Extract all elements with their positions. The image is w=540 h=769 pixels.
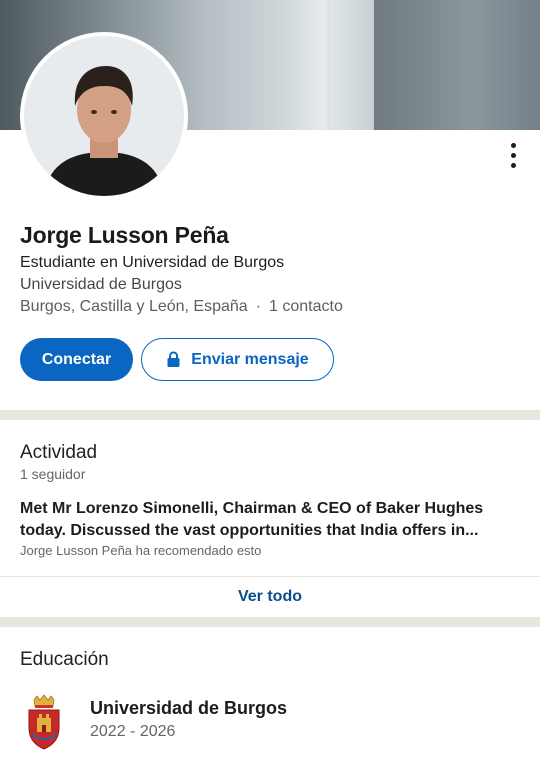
- activity-post-meta: Jorge Lusson Peña ha recomendado esto: [20, 543, 262, 558]
- education-years: 2022 - 2026: [90, 723, 176, 740]
- profile-name: Jorge Lusson Peña: [20, 222, 229, 248]
- see-all-label: Ver todo: [237, 588, 302, 605]
- activity-section-title: Actividad: [20, 442, 98, 463]
- education-school-name[interactable]: Universidad de Burgos: [90, 698, 287, 719]
- banner-band: [374, 0, 540, 130]
- separator-dot: ·: [255, 298, 262, 315]
- avatar-photo: [24, 36, 184, 196]
- section-divider: [0, 410, 540, 420]
- send-message-label: Enviar mensaje: [191, 350, 309, 368]
- more-vertical-icon: [510, 162, 516, 168]
- contacts-count[interactable]: 1 contacto: [269, 298, 343, 315]
- location-row: Burgos, Castilla y León, España · 1 contac…: [20, 298, 343, 316]
- connect-button[interactable]: Conectar: [20, 338, 133, 381]
- followers-count: 1 seguidor: [20, 466, 86, 482]
- profile-location: Burgos, Castilla y León, España: [20, 298, 248, 315]
- section-divider: [0, 617, 540, 627]
- more-vertical-icon: [510, 152, 516, 158]
- send-message-button[interactable]: Enviar mensaje: [141, 338, 334, 381]
- see-all-activity-link[interactable]: Ver todo: [0, 577, 540, 617]
- university-crest-icon[interactable]: [26, 694, 62, 750]
- avatar[interactable]: [20, 32, 188, 200]
- banner-band: [330, 0, 374, 130]
- more-options-button[interactable]: [500, 138, 526, 172]
- activity-post-text[interactable]: Met Mr Lorenzo Simonelli, Chairman & CEO…: [20, 498, 520, 542]
- more-vertical-icon: [510, 142, 516, 148]
- profile-headline: Estudiante en Universidad de Burgos: [20, 254, 285, 271]
- education-section-title: Educación: [20, 649, 109, 670]
- lock-icon: [167, 351, 180, 367]
- profile-school[interactable]: Universidad de Burgos: [20, 276, 182, 294]
- person-photo-icon: [24, 36, 184, 196]
- connect-button-label: Conectar: [41, 350, 112, 368]
